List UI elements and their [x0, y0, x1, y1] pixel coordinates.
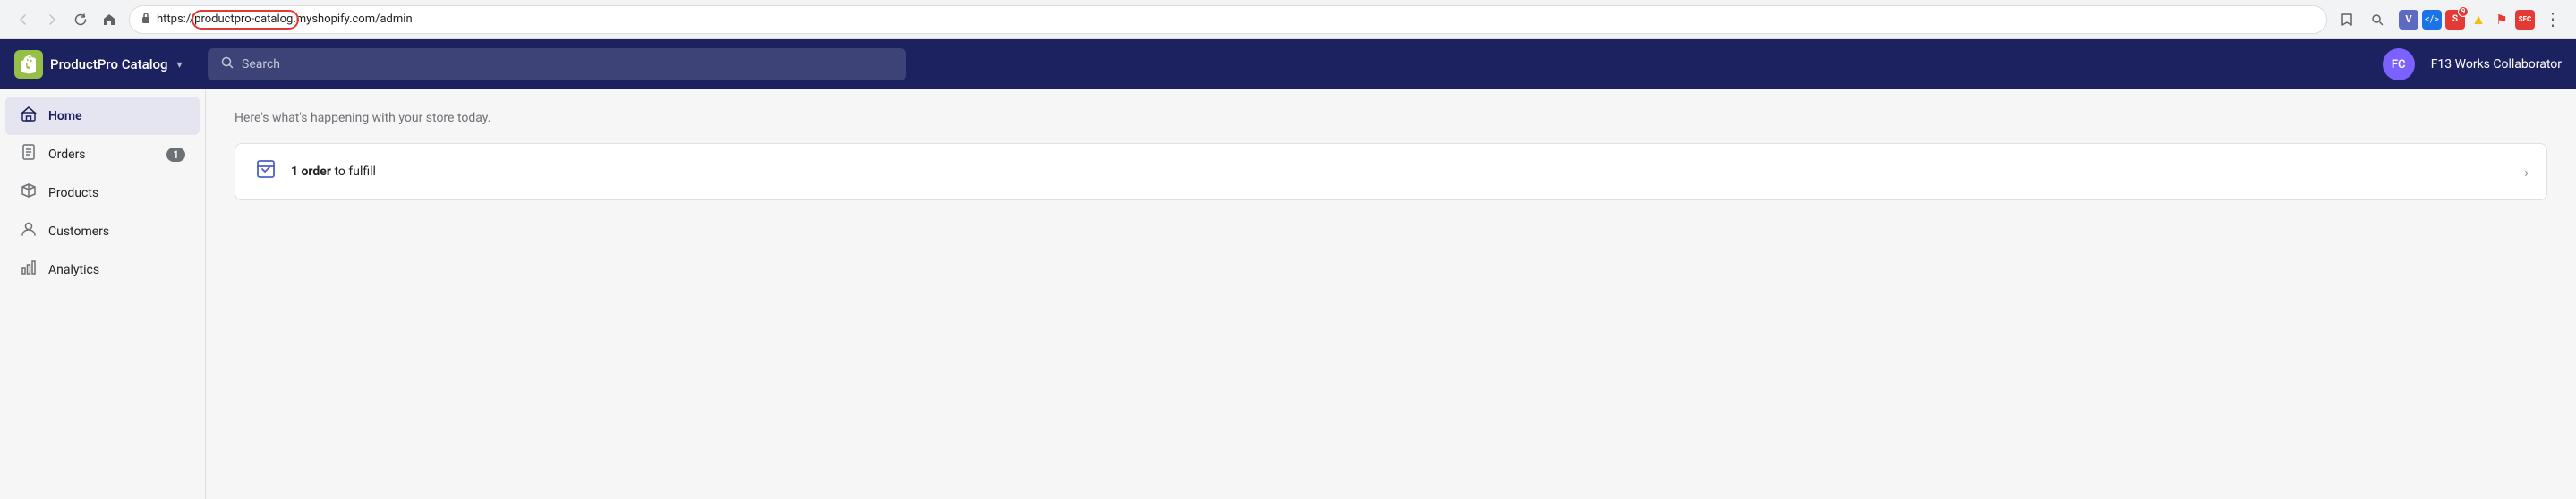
user-section: FC F13 Works Collaborator [2383, 48, 2562, 80]
sidebar-label-analytics: Analytics [48, 263, 185, 277]
fulfill-count: 1 order [291, 165, 331, 179]
ext-v-icon[interactable]: V [2399, 10, 2418, 30]
fulfill-suffix: to fulfill [331, 165, 376, 179]
ext-extra-icon[interactable]: SFC [2515, 10, 2535, 30]
ext-flag-icon[interactable]: ⚑ [2492, 10, 2512, 30]
analytics-icon [20, 259, 38, 280]
store-branding[interactable]: ProductPro Catalog ▾ [14, 50, 193, 79]
fulfill-text: 1 order to fulfill [291, 165, 2512, 179]
address-bar-text: https://productpro-catalog.myshopify.com… [157, 13, 2316, 26]
store-chevron-icon: ▾ [177, 58, 183, 71]
sidebar-label-products: Products [48, 186, 185, 200]
address-bar[interactable]: https://productpro-catalog.myshopify.com… [129, 5, 2327, 34]
fulfill-card: 1 order to fulfill › [235, 143, 2547, 200]
sidebar-item-home[interactable]: Home [5, 97, 200, 135]
fulfill-card-row[interactable]: 1 order to fulfill › [235, 144, 2546, 199]
chrome-menu-button[interactable]: ⋮ [2540, 7, 2565, 32]
shopify-logo [14, 50, 43, 79]
sidebar-label-customers: Customers [48, 224, 185, 239]
bookmark-button[interactable] [2334, 7, 2359, 32]
user-name: F13 Works Collaborator [2431, 57, 2562, 72]
customers-icon [20, 221, 38, 241]
sidebar: Home Orders 1 Products [0, 89, 206, 499]
fulfill-chevron-icon: › [2524, 164, 2529, 181]
forward-button[interactable] [39, 7, 64, 32]
page-subtitle: Here's what's happening with your store … [235, 111, 2547, 125]
home-button[interactable] [97, 7, 122, 32]
ext-drive-icon[interactable]: ▲ [2469, 10, 2488, 30]
reload-button[interactable] [68, 7, 93, 32]
fulfill-icon [253, 158, 278, 185]
sidebar-item-customers[interactable]: Customers [5, 212, 200, 250]
browser-actions: V </> S 9 ▲ ⚑ SFC ⋮ [2334, 7, 2565, 32]
extension-icons: V </> S 9 ▲ ⚑ SFC [2399, 10, 2535, 30]
back-button[interactable] [11, 7, 36, 32]
ext-code-icon[interactable]: </> [2422, 10, 2442, 30]
sidebar-label-home: Home [48, 109, 185, 123]
top-nav: ProductPro Catalog ▾ Search FC F13 Works… [0, 39, 2576, 89]
main-layout: Home Orders 1 Products [0, 89, 2576, 499]
store-name: ProductPro Catalog [50, 56, 168, 72]
ext-shopify-icon[interactable]: S 9 [2445, 10, 2465, 30]
search-icon [220, 55, 235, 73]
products-icon [20, 182, 38, 203]
browser-chrome: https://productpro-catalog.myshopify.com… [0, 0, 2576, 39]
url-highlight: productpro-catalog. [194, 13, 296, 26]
browser-nav-buttons [11, 7, 122, 32]
search-placeholder: Search [242, 57, 280, 72]
user-avatar[interactable]: FC [2383, 48, 2415, 80]
shopify-admin: ProductPro Catalog ▾ Search FC F13 Works… [0, 39, 2576, 499]
home-icon [20, 106, 38, 126]
zoom-button[interactable] [2365, 7, 2390, 32]
sidebar-item-orders[interactable]: Orders 1 [5, 135, 200, 173]
sidebar-item-analytics[interactable]: Analytics [5, 250, 200, 289]
sidebar-item-products[interactable]: Products [5, 173, 200, 212]
content-area: Here's what's happening with your store … [206, 89, 2576, 499]
sidebar-label-orders: Orders [48, 148, 156, 162]
orders-icon [20, 144, 38, 165]
search-bar[interactable]: Search [208, 48, 906, 80]
lock-icon [141, 12, 151, 28]
orders-badge: 1 [166, 148, 185, 162]
